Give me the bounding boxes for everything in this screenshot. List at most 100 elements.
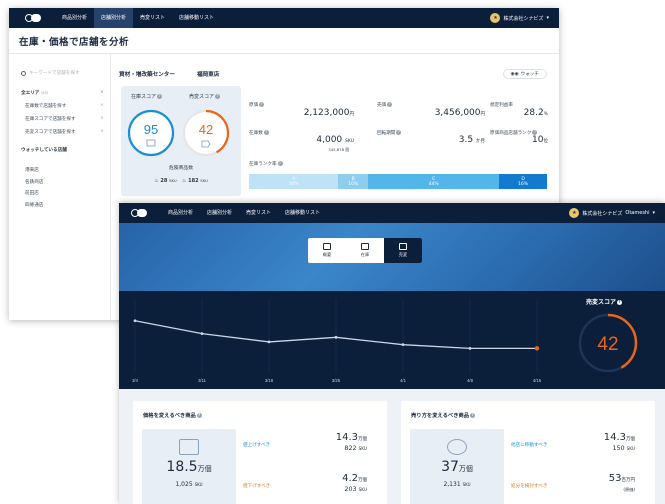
store-link[interactable]: 四條通店 — [25, 200, 110, 212]
danger-count-a: 28 — [160, 178, 168, 184]
close-icon[interactable]: × — [100, 103, 104, 109]
org-menu[interactable]: ★ 株式会社シナビズ Otameshi ▾ — [569, 203, 655, 223]
chevron-down-icon: ▾ — [652, 210, 655, 216]
turnover-value: 3.5 か月 — [458, 135, 485, 145]
x-tick-label: 4/15 — [533, 378, 542, 383]
top-nav: 商品別分析 店舗別分析 売変リスト 店舗移動リスト ★ 株式会社シナビズ ▾ — [9, 8, 559, 28]
help-icon: ? — [387, 102, 393, 107]
area-count: (80) — [41, 91, 49, 95]
flame-icon: ♨ — [181, 178, 187, 184]
tab-stock[interactable]: 在庫 — [346, 238, 384, 263]
watched-stores-title: ウォッチしている店舗 — [21, 148, 67, 153]
page-title: 在庫・価格で店舗を分析 — [9, 28, 559, 54]
raise-price-values: 14.3万個 822 SKU — [335, 432, 367, 452]
hand-box-icon — [447, 439, 467, 455]
sales-score-window: 商品別分析 店舗別分析 売変リスト 店舗移動リスト ★ 株式会社シナビズ Ota… — [119, 203, 665, 504]
lower-price-label[interactable]: 値下げすべき — [243, 483, 270, 489]
app-logo[interactable] — [25, 14, 41, 22]
method-total-sku: 2,131 SKU — [443, 481, 471, 488]
filter-stock-score[interactable]: 在庫スコアで店舗を探す × — [25, 116, 110, 122]
close-icon[interactable]: × — [100, 129, 104, 135]
danger-count-b: 182 — [188, 178, 199, 184]
price-value: 3,456,000円 — [434, 108, 485, 118]
org-avatar-icon: ★ — [490, 13, 501, 23]
method-change-card: 売り方を変えるべき商品? 37万個 2,131 SKU 他店に移動すべき 14.… — [401, 401, 655, 504]
nav-item-store-analysis[interactable]: 店舗別分析 — [200, 203, 239, 223]
tab-overview[interactable]: 概要 — [308, 238, 346, 263]
filter-sales-score[interactable]: 売変スコアで店舗を探す × — [25, 129, 110, 135]
danger-label: 危険商品数 — [169, 166, 193, 171]
score-panel: 在庫スコア? 売変スコア? 95 42 危険商品数 ♨ 28 SKU ♨ 182… — [121, 86, 241, 196]
dispose-values: 53百万円 (原価) — [608, 473, 635, 492]
nav-item-transfer-list[interactable]: 店舗移動リスト — [278, 203, 327, 223]
watched-store-list: 港来店 名鉄商店 前田店 四條通店 — [25, 165, 110, 211]
store-link[interactable]: 港来店 — [25, 165, 110, 177]
card-title: 売り方を変えるべき商品? — [411, 413, 476, 419]
data-point[interactable] — [200, 332, 204, 336]
watch-label: ウォッチ — [520, 72, 539, 77]
nav-item-product-analysis[interactable]: 商品別分析 — [55, 8, 94, 28]
close-icon[interactable]: × — [100, 90, 104, 96]
store-link[interactable]: 前田店 — [25, 188, 110, 200]
nav-item-markdown-list[interactable]: 売変リスト — [239, 203, 278, 223]
x-tick-label: 4/8 — [467, 378, 473, 383]
tab-sales[interactable]: 売変 — [384, 238, 422, 263]
sidebar: キーワードで店舗を探す 全エリア (80) × 在庫数で店舗を探す × 在庫スコア… — [9, 54, 111, 320]
binoculars-icon: ◉◉ — [510, 71, 519, 77]
price-total-box: 18.5万個 1,025 SKU — [142, 429, 236, 504]
close-icon[interactable]: × — [100, 116, 104, 122]
lower-price-values: 4.2万個 203 SKU — [342, 473, 367, 493]
area-filter[interactable]: 全エリア (80) × — [21, 90, 110, 96]
margin-value: 28.2% — [523, 108, 548, 118]
chevron-down-icon: ▾ — [546, 15, 549, 21]
rank-segment-pct: 10% — [348, 181, 359, 187]
data-point[interactable] — [468, 346, 472, 350]
help-icon: ? — [617, 300, 623, 305]
help-icon: ? — [259, 102, 265, 107]
search-icon — [21, 70, 26, 76]
boxes-icon — [179, 439, 199, 455]
data-point[interactable] — [133, 319, 137, 323]
filter-stock-count[interactable]: 在庫数で店舗を探す × — [25, 103, 110, 109]
app-logo[interactable] — [131, 209, 147, 217]
nav-item-markdown-list[interactable]: 売変リスト — [133, 8, 172, 28]
hero-banner: 概要 在庫 売変 — [119, 223, 665, 291]
store-search[interactable]: キーワードで店舗を探す — [21, 70, 110, 76]
watch-button[interactable]: ◉◉ ウォッチ — [502, 69, 547, 79]
help-icon: ? — [470, 413, 476, 418]
stock-score-value: 95 — [144, 122, 158, 137]
data-point[interactable] — [534, 346, 540, 351]
method-total-box: 37万個 2,131 SKU — [410, 429, 504, 504]
x-tick-label: 3/4 — [132, 378, 138, 383]
nav-item-product-analysis[interactable]: 商品別分析 — [161, 203, 200, 223]
rank-segment-pct: 44% — [428, 181, 439, 187]
org-user: Otameshi — [625, 210, 650, 216]
dispose-label[interactable]: 処分を検討すべき — [511, 483, 547, 489]
view-tabs: 概要 在庫 売変 — [308, 238, 422, 263]
danger-counts: ♨ 28 SKU ♨ 182 SKU — [154, 178, 208, 184]
data-point[interactable] — [334, 335, 338, 339]
org-menu[interactable]: ★ 株式会社シナビズ ▾ — [490, 8, 549, 28]
rank-value: 10位 — [532, 135, 548, 145]
sales-score-title: 売変スコア? — [586, 299, 623, 306]
raise-price-label[interactable]: 値上げすべき — [243, 442, 270, 448]
data-point[interactable] — [401, 343, 405, 347]
filter-label: 売変スコアで店舗を探す — [25, 130, 76, 135]
tag-icon — [399, 243, 407, 250]
help-icon: ? — [277, 161, 283, 166]
org-name: 株式会社シナビズ — [503, 15, 544, 22]
x-tick-label: 3/18 — [265, 378, 274, 383]
price-change-card: 価格を変えるべき商品? 18.5万個 1,025 SKU 値上げすべき 14.3… — [133, 401, 387, 504]
rank-segment-b: B 10% — [338, 174, 369, 189]
method-total: 37万個 — [441, 459, 473, 475]
nav-item-store-analysis[interactable]: 店舗別分析 — [94, 8, 134, 28]
bar-chart-icon — [323, 243, 331, 250]
transfer-values: 14.3万個 150 SKU — [603, 432, 635, 452]
data-point[interactable] — [267, 340, 271, 344]
trend-svg: 3/4 3/11 3/18 3/25 4/1 4/8 4/15 — [132, 299, 542, 383]
rank-bar-label: 在庫ランク率? — [249, 161, 283, 167]
store-link[interactable]: 名鉄商店 — [25, 177, 110, 189]
transfer-label[interactable]: 他店に移動すべき — [511, 442, 547, 448]
nav-item-transfer-list[interactable]: 店舗移動リスト — [172, 8, 221, 28]
card-title: 価格を変えるべき商品? — [143, 413, 202, 419]
